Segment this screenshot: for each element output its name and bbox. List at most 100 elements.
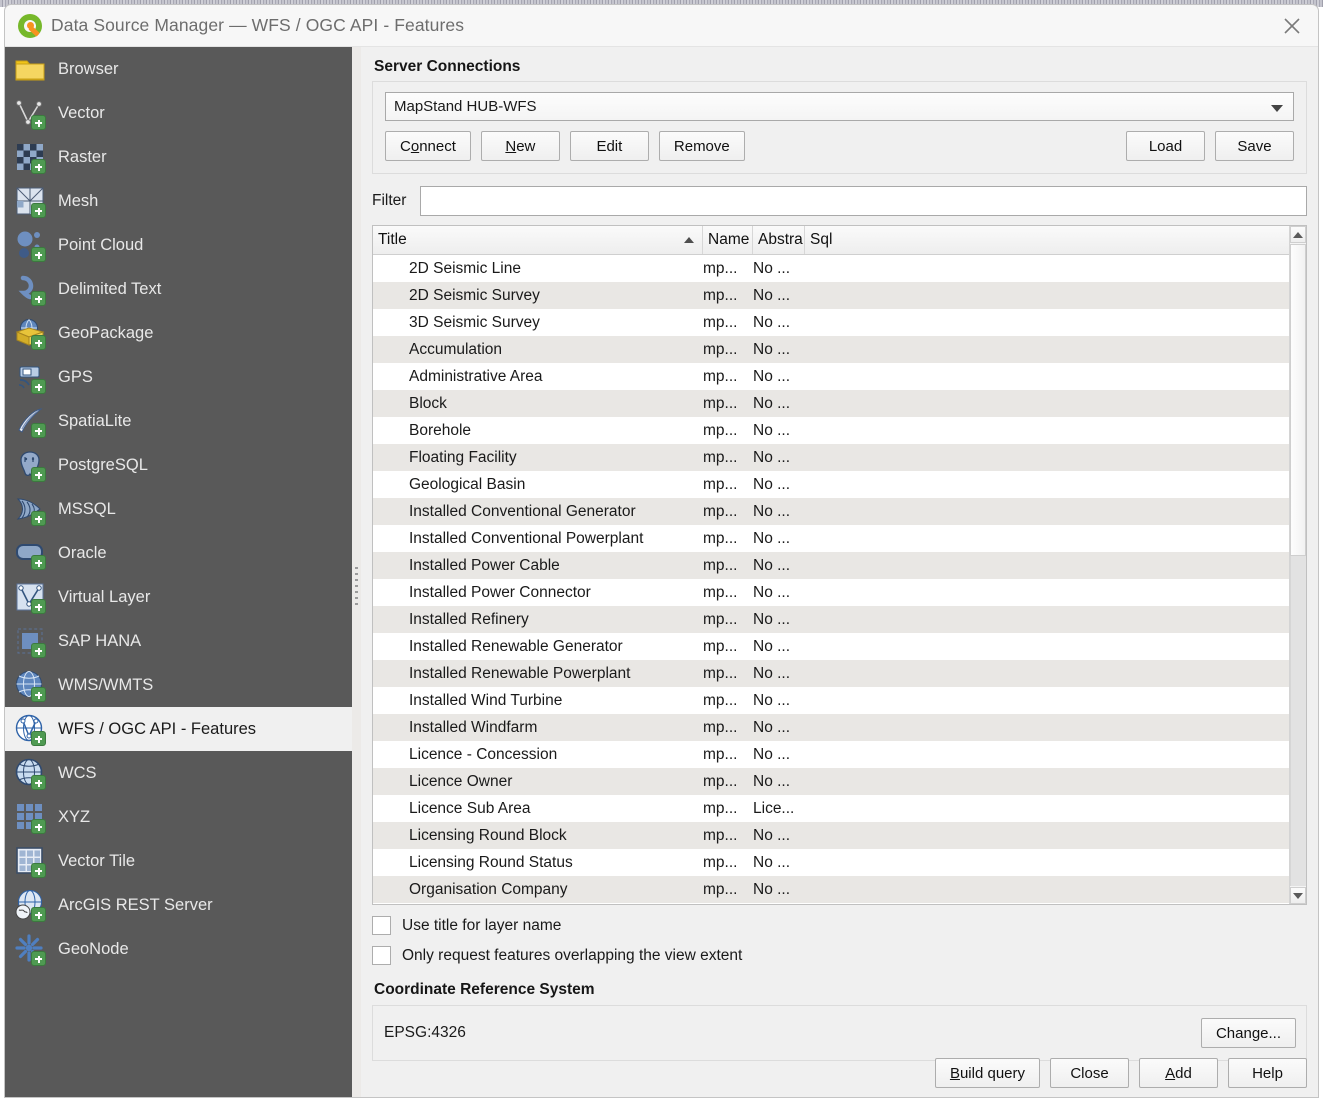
- layer-name-cell: mp...: [703, 826, 738, 844]
- layer-name-cell: mp...: [703, 394, 738, 412]
- sidebar-item-point-cloud[interactable]: Point Cloud: [5, 223, 352, 267]
- table-row[interactable]: 3D Seismic Survey mp... No ...: [373, 309, 1289, 336]
- table-row[interactable]: Installed Windfarm mp... No ...: [373, 714, 1289, 741]
- sidebar-item-wfs-ogc-api-features[interactable]: WFS / OGC API - Features: [5, 707, 352, 751]
- filter-row: Filter: [372, 186, 1307, 216]
- table-row[interactable]: Installed Renewable Generator mp... No ...: [373, 633, 1289, 660]
- sidebar-item-gps[interactable]: GPS: [5, 355, 352, 399]
- table-row[interactable]: Installed Power Connector mp... No ...: [373, 579, 1289, 606]
- crs-change-button[interactable]: Change...: [1200, 1018, 1296, 1048]
- layer-title-cell: Administrative Area: [409, 367, 543, 385]
- sidebar-item-vector-tile[interactable]: Vector Tile: [5, 839, 352, 883]
- only-request-overlapping-checkbox[interactable]: Only request features overlapping the vi…: [372, 946, 1307, 965]
- save-button[interactable]: Save: [1215, 131, 1294, 161]
- oracle-icon: [13, 536, 47, 570]
- layer-title-cell: Block: [409, 394, 447, 412]
- column-header-abstract[interactable]: Abstra: [753, 226, 805, 254]
- help-button[interactable]: Help: [1228, 1058, 1307, 1088]
- sidebar-item-wcs[interactable]: WCS: [5, 751, 352, 795]
- close-button[interactable]: Close: [1050, 1058, 1129, 1088]
- layer-name-cell: mp...: [703, 502, 738, 520]
- delimited-text-icon: [13, 272, 47, 306]
- table-row[interactable]: Installed Conventional Powerplant mp... No…: [373, 525, 1289, 552]
- sidebar-item-delimited-text[interactable]: Delimited Text: [5, 267, 352, 311]
- table-row[interactable]: 2D Seismic Survey mp... No ...: [373, 282, 1289, 309]
- layer-name-cell: mp...: [703, 853, 738, 871]
- scroll-down-icon[interactable]: [1290, 887, 1306, 904]
- table-header-row: Title Name Abstra Sql: [373, 226, 1306, 255]
- sidebar-item-virtual-layer[interactable]: Virtual Layer: [5, 575, 352, 619]
- scrollbar-thumb[interactable]: [1290, 244, 1306, 556]
- column-header-sql[interactable]: Sql: [805, 226, 1306, 254]
- sidebar-item-label: Delimited Text: [58, 279, 162, 298]
- table-row[interactable]: Installed Wind Turbine mp... No ...: [373, 687, 1289, 714]
- checkbox-label: Only request features overlapping the vi…: [402, 946, 743, 964]
- table-row[interactable]: Accumulation mp... No ...: [373, 336, 1289, 363]
- sidebar-item-arcgis-rest-server[interactable]: ArcGIS REST Server: [5, 883, 352, 927]
- layer-name-cell: mp...: [703, 286, 738, 304]
- remove-button[interactable]: Remove: [658, 131, 745, 161]
- vector-tile-icon: [13, 844, 47, 878]
- table-row[interactable]: Licensing Round Status mp... No ...: [373, 849, 1289, 876]
- table-row[interactable]: Block mp... No ...: [373, 390, 1289, 417]
- geopackage-icon: [13, 316, 47, 350]
- sidebar-item-mssql[interactable]: MSSQL: [5, 487, 352, 531]
- load-button[interactable]: Load: [1126, 131, 1205, 161]
- table-row[interactable]: Floating Facility mp... No ...: [373, 444, 1289, 471]
- table-vertical-scrollbar[interactable]: [1289, 226, 1306, 904]
- sidebar-item-mesh[interactable]: Mesh: [5, 179, 352, 223]
- table-row[interactable]: Installed Power Cable mp... No ...: [373, 552, 1289, 579]
- connect-button[interactable]: Co nnect: [385, 131, 471, 161]
- column-header-title[interactable]: Title: [373, 226, 703, 254]
- scrollbar-track[interactable]: [1290, 556, 1306, 886]
- close-icon[interactable]: [1266, 5, 1318, 46]
- source-type-sidebar[interactable]: Browser Vector Raster Mesh Point Cloud D…: [5, 47, 352, 1097]
- table-row[interactable]: Borehole mp... No ...: [373, 417, 1289, 444]
- sidebar-item-sap-hana[interactable]: SAP HANA: [5, 619, 352, 663]
- sidebar-item-vector[interactable]: Vector: [5, 91, 352, 135]
- sidebar-item-postgresql[interactable]: PostgreSQL: [5, 443, 352, 487]
- column-header-name[interactable]: Name: [703, 226, 753, 254]
- sidebar-item-wms-wmts[interactable]: WMS/WMTS: [5, 663, 352, 707]
- use-title-for-layer-name-checkbox[interactable]: Use title for layer name: [372, 916, 1307, 935]
- sidebar-item-label: Virtual Layer: [58, 587, 151, 606]
- sidebar-splitter[interactable]: [352, 47, 361, 1097]
- filter-input[interactable]: [420, 186, 1307, 216]
- edit-button[interactable]: Edit: [569, 131, 649, 161]
- connection-buttons: Co nnect New Edit Remove Load Save: [385, 131, 1294, 161]
- new-button[interactable]: New: [480, 131, 560, 161]
- table-row[interactable]: Administrative Area mp... No ...: [373, 363, 1289, 390]
- table-row[interactable]: Organisation Company mp... No ...: [373, 876, 1289, 903]
- sidebar-item-label: GPS: [58, 367, 93, 386]
- table-row[interactable]: Licence Owner mp... No ...: [373, 768, 1289, 795]
- table-row[interactable]: Installed Refinery mp... No ...: [373, 606, 1289, 633]
- sidebar-item-label: Mesh: [58, 191, 99, 210]
- connection-select[interactable]: MapStand HUB-WFS: [385, 92, 1294, 121]
- table-row[interactable]: Licence - Concession mp... No ...: [373, 741, 1289, 768]
- layer-title-cell: Installed Conventional Generator: [409, 502, 636, 520]
- sidebar-item-geopackage[interactable]: GeoPackage: [5, 311, 352, 355]
- table-row[interactable]: Licensing Round Block mp... No ...: [373, 822, 1289, 849]
- sidebar-item-oracle[interactable]: Oracle: [5, 531, 352, 575]
- build-query-button[interactable]: Build query: [934, 1058, 1040, 1088]
- table-row[interactable]: Installed Conventional Generator mp... No …: [373, 498, 1289, 525]
- sidebar-item-raster[interactable]: Raster: [5, 135, 352, 179]
- layer-title-cell: Installed Power Connector: [409, 583, 591, 601]
- sidebar-item-browser[interactable]: Browser: [5, 47, 352, 91]
- sidebar-item-xyz[interactable]: XYZ: [5, 795, 352, 839]
- layer-title-cell: Licence Owner: [409, 772, 513, 790]
- wcs-icon: [13, 756, 47, 790]
- table-row[interactable]: Installed Renewable Powerplant mp... No ..…: [373, 660, 1289, 687]
- table-row[interactable]: Licence Sub Area mp... Lice...: [373, 795, 1289, 822]
- layer-abstract-cell: No ...: [753, 448, 791, 466]
- scroll-up-icon[interactable]: [1290, 226, 1306, 243]
- checkbox-box: [372, 916, 391, 935]
- layer-title-cell: Installed Renewable Powerplant: [409, 664, 631, 682]
- layer-abstract-cell: No ...: [753, 772, 791, 790]
- sidebar-item-spatialite[interactable]: SpatiaLite: [5, 399, 352, 443]
- table-row[interactable]: 2D Seismic Line mp... No ...: [373, 255, 1289, 282]
- add-button[interactable]: Add: [1139, 1058, 1218, 1088]
- checkbox-label: Use title for layer name: [402, 916, 562, 934]
- sidebar-item-geonode[interactable]: GeoNode: [5, 927, 352, 971]
- table-row[interactable]: Geological Basin mp... No ...: [373, 471, 1289, 498]
